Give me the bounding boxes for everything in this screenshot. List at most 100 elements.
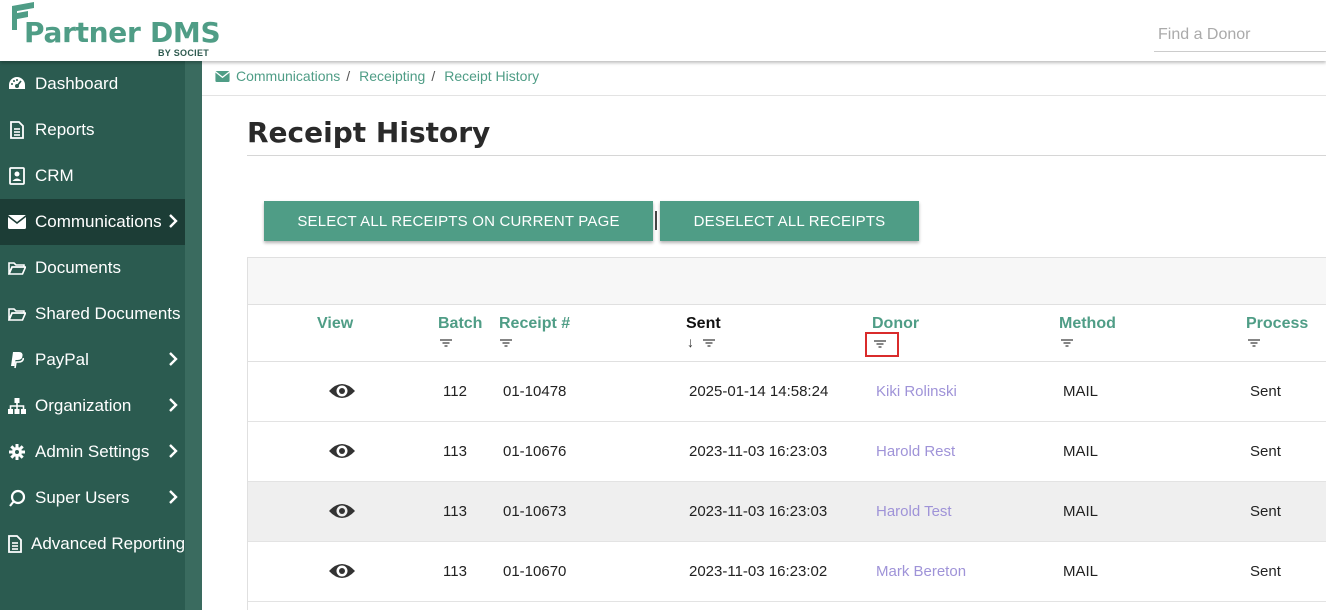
sidebar-item-label: Advanced Reporting — [31, 534, 186, 553]
sidebar-item-crm[interactable]: CRM — [0, 153, 185, 199]
process-cell: Sent — [1250, 563, 1281, 580]
breadcrumb-separator: / — [431, 68, 436, 84]
donor-filter-highlight — [865, 332, 899, 357]
column-header-donor[interactable]: Donor — [872, 315, 919, 333]
report-icon — [8, 121, 26, 139]
chevron-right-icon — [169, 398, 178, 412]
breadcrumb-receipt-history[interactable]: Receipt History — [444, 68, 539, 84]
process-cell: Sent — [1250, 383, 1281, 400]
super-user-icon — [8, 489, 26, 507]
table-row: 112 01-10478 2025-01-14 14:58:24 Kiki Ro… — [248, 362, 1326, 422]
button-separator — [655, 211, 657, 230]
receipt-number-cell: 01-10673 — [503, 503, 567, 520]
sent-cell: 2025-01-14 14:58:24 — [689, 383, 829, 400]
logo[interactable]: Partner DMS BY SOCIET — [8, 2, 223, 58]
sidebar-item-admin-settings[interactable]: Admin Settings — [0, 429, 185, 475]
envelope-icon — [215, 70, 230, 82]
sidebar-item-label: Organization — [35, 396, 132, 415]
filter-icon[interactable] — [439, 338, 453, 348]
breadcrumb-communications[interactable]: Communications — [236, 68, 340, 84]
sidebar-item-label: Super Users — [35, 488, 130, 507]
report-icon — [8, 535, 22, 553]
donor-link[interactable]: Harold Test — [876, 503, 952, 520]
sidebar-item-dashboard[interactable]: Dashboard — [0, 61, 185, 107]
process-cell: Sent — [1250, 503, 1281, 520]
filter-icon[interactable] — [1247, 338, 1261, 348]
divider — [202, 95, 1326, 96]
sidebar-item-label: Reports — [35, 120, 95, 139]
donor-link[interactable]: Mark Bereton — [876, 563, 966, 580]
chevron-right-icon — [169, 352, 178, 366]
sent-cell: 2023-11-03 16:23:02 — [689, 563, 828, 580]
donor-link[interactable]: Kiki Rolinski — [876, 383, 957, 400]
view-eye-icon[interactable] — [328, 500, 356, 522]
table-toolbar — [248, 258, 1326, 305]
column-header-view[interactable]: View — [317, 315, 353, 333]
sent-cell: 2023-11-03 16:23:03 — [689, 443, 828, 460]
sidebar-item-paypal[interactable]: PayPal — [0, 337, 185, 383]
sidebar-item-organization[interactable]: Organization — [0, 383, 185, 429]
receipt-table: View Batch Receipt # Sent ↓ Donor Method… — [247, 257, 1326, 610]
sidebar-item-communications[interactable]: Communications — [0, 199, 185, 245]
column-header-process[interactable]: Process — [1246, 315, 1308, 333]
sidebar-item-label: Dashboard — [35, 74, 119, 93]
sidebar-item-label: Communications — [35, 212, 162, 231]
sidebar-item-super-users[interactable]: Super Users — [0, 475, 185, 521]
method-cell: MAIL — [1063, 503, 1099, 520]
breadcrumb-receipting[interactable]: Receipting — [359, 68, 425, 84]
paypal-icon — [8, 351, 26, 369]
batch-cell: 113 — [443, 503, 467, 520]
view-eye-icon[interactable] — [328, 560, 356, 582]
logo-subtext: BY SOCIET — [158, 48, 210, 58]
sidebar-item-label: Documents — [35, 258, 121, 277]
select-all-receipts-button[interactable]: SELECT ALL RECEIPTS ON CURRENT PAGE — [264, 201, 653, 241]
filter-icon[interactable] — [1060, 338, 1074, 348]
dashboard-icon — [8, 75, 26, 93]
receipt-number-cell: 01-10676 — [503, 443, 567, 460]
sort-descending-icon[interactable]: ↓ — [687, 334, 694, 350]
folder-icon — [8, 259, 26, 277]
breadcrumb: Communications / Receipting / Receipt Hi… — [215, 68, 539, 84]
sidebar-item-label: CRM — [35, 166, 74, 185]
column-header-batch[interactable]: Batch — [438, 315, 482, 333]
sidebar-item-reports[interactable]: Reports — [0, 107, 185, 153]
top-bar: Partner DMS BY SOCIET — [0, 0, 1326, 61]
find-donor-input[interactable] — [1154, 18, 1326, 52]
chevron-right-icon — [169, 214, 178, 228]
table-row: 113 01-10670 2023-11-03 16:23:02 Mark Be… — [248, 542, 1326, 602]
filter-icon[interactable] — [499, 338, 513, 348]
sidebar: Dashboard Reports CRM Communications Doc… — [0, 61, 202, 610]
sidebar-item-label: Shared Documents — [35, 304, 181, 323]
chevron-right-icon — [169, 490, 178, 504]
batch-cell: 113 — [443, 563, 467, 580]
filter-icon[interactable] — [702, 338, 716, 348]
column-header-sent[interactable]: Sent — [686, 315, 721, 333]
batch-cell: 113 — [443, 443, 467, 460]
breadcrumb-separator: / — [346, 68, 351, 84]
method-cell: MAIL — [1063, 383, 1099, 400]
receipt-number-cell: 01-10478 — [503, 383, 567, 400]
sitemap-icon — [8, 397, 26, 415]
process-cell: Sent — [1250, 443, 1281, 460]
sidebar-item-label: PayPal — [35, 350, 89, 369]
table-row: 113 01-10673 2023-11-03 16:23:03 Harold … — [248, 482, 1326, 542]
view-eye-icon[interactable] — [328, 380, 356, 402]
sidebar-item-shared-documents[interactable]: Shared Documents — [0, 291, 185, 337]
page-title: Receipt History — [247, 116, 491, 149]
folder-icon — [8, 305, 26, 323]
table-row: 113 01-10676 2023-11-03 16:23:03 Harold … — [248, 422, 1326, 482]
column-header-method[interactable]: Method — [1059, 315, 1116, 333]
receipt-number-cell: 01-10670 — [503, 563, 567, 580]
donor-link[interactable]: Harold Rest — [876, 443, 955, 460]
column-header-receipt-number[interactable]: Receipt # — [499, 315, 570, 333]
chevron-right-icon — [169, 444, 178, 458]
gear-icon — [8, 443, 26, 461]
sidebar-scrollbar[interactable] — [185, 61, 202, 610]
sidebar-item-documents[interactable]: Documents — [0, 245, 185, 291]
view-eye-icon[interactable] — [328, 440, 356, 462]
sent-cell: 2023-11-03 16:23:03 — [689, 503, 828, 520]
logo-text: Partner DMS — [24, 16, 221, 49]
sidebar-item-advanced-reporting[interactable]: Advanced Reporting — [0, 521, 185, 567]
contact-icon — [8, 167, 26, 185]
deselect-all-receipts-button[interactable]: DESELECT ALL RECEIPTS — [660, 201, 919, 241]
